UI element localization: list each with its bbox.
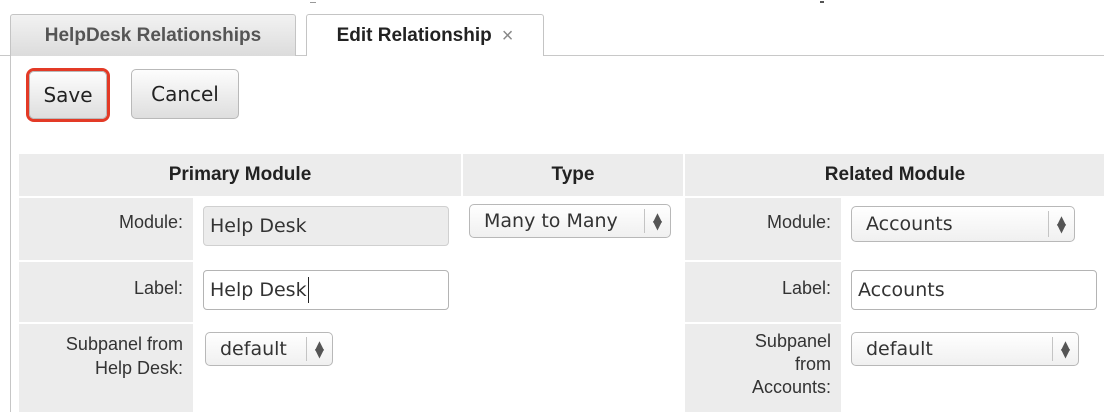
save-button[interactable]: Save xyxy=(29,71,107,119)
label-line: Subpanel from xyxy=(65,334,183,354)
type-header: Type xyxy=(463,154,683,196)
cropped-edge xyxy=(310,0,316,3)
related-module-label: Module: xyxy=(685,198,841,260)
save-button-label: Save xyxy=(43,83,93,107)
label-line: Accounts: xyxy=(751,377,831,397)
primary-subpanel-label: Subpanel from Help Desk: xyxy=(19,324,193,412)
primary-module-value: Help Desk xyxy=(210,215,307,237)
tab-label: HelpDesk Relationships xyxy=(44,24,262,46)
related-label-value: Accounts xyxy=(858,279,945,301)
primary-subpanel-value: default xyxy=(220,338,287,360)
label-line: Subpanel xyxy=(754,331,831,351)
primary-label-value: Help Desk xyxy=(210,279,307,301)
edit-relationship-panel: Save Cancel Primary Module Type Related … xyxy=(10,56,1104,412)
primary-module-header: Primary Module xyxy=(19,154,461,196)
related-label-input[interactable]: Accounts xyxy=(851,270,1097,310)
primary-module-field: Help Desk xyxy=(203,206,449,246)
updown-arrows-icon: ▲ ▼ xyxy=(306,337,332,361)
label-line: Help Desk: xyxy=(94,358,183,378)
cancel-button[interactable]: Cancel xyxy=(131,69,239,119)
cropped-edge xyxy=(820,0,824,3)
related-module-value: Accounts xyxy=(866,213,953,235)
related-subpanel-select[interactable]: default ▲ ▼ xyxy=(851,332,1079,366)
updown-arrows-icon: ▲ ▼ xyxy=(644,209,670,233)
type-select-value: Many to Many xyxy=(484,210,618,232)
tab-helpdesk-relationships[interactable]: HelpDesk Relationships xyxy=(10,14,296,56)
related-module-header: Related Module xyxy=(685,154,1104,196)
tab-edit-relationship[interactable]: Edit Relationship × xyxy=(306,14,544,57)
related-module-select[interactable]: Accounts ▲ ▼ xyxy=(851,206,1075,242)
cropped-top-strip xyxy=(0,0,1104,12)
primary-label-input[interactable]: Help Desk xyxy=(203,270,449,310)
related-subpanel-label: Subpanel from Accounts: xyxy=(685,324,841,412)
primary-subpanel-select[interactable]: default ▲ ▼ xyxy=(205,332,333,366)
tab-label: Edit Relationship xyxy=(336,25,492,46)
primary-module-label: Module: xyxy=(19,198,193,260)
label-line: from xyxy=(795,354,831,374)
tab-bar: HelpDesk Relationships Edit Relationship… xyxy=(0,12,1104,57)
cancel-button-label: Cancel xyxy=(151,82,219,106)
text-cursor xyxy=(307,277,326,303)
related-label-label: Label: xyxy=(685,262,841,322)
primary-label-label: Label: xyxy=(19,262,193,322)
related-subpanel-value: default xyxy=(866,338,933,360)
close-icon[interactable]: × xyxy=(502,25,514,48)
updown-arrows-icon: ▲ ▼ xyxy=(1048,211,1074,237)
updown-arrows-icon: ▲ ▼ xyxy=(1052,337,1078,361)
relationship-form: Primary Module Type Related Module Modul… xyxy=(11,148,1104,412)
type-select[interactable]: Many to Many ▲ ▼ xyxy=(469,204,671,238)
